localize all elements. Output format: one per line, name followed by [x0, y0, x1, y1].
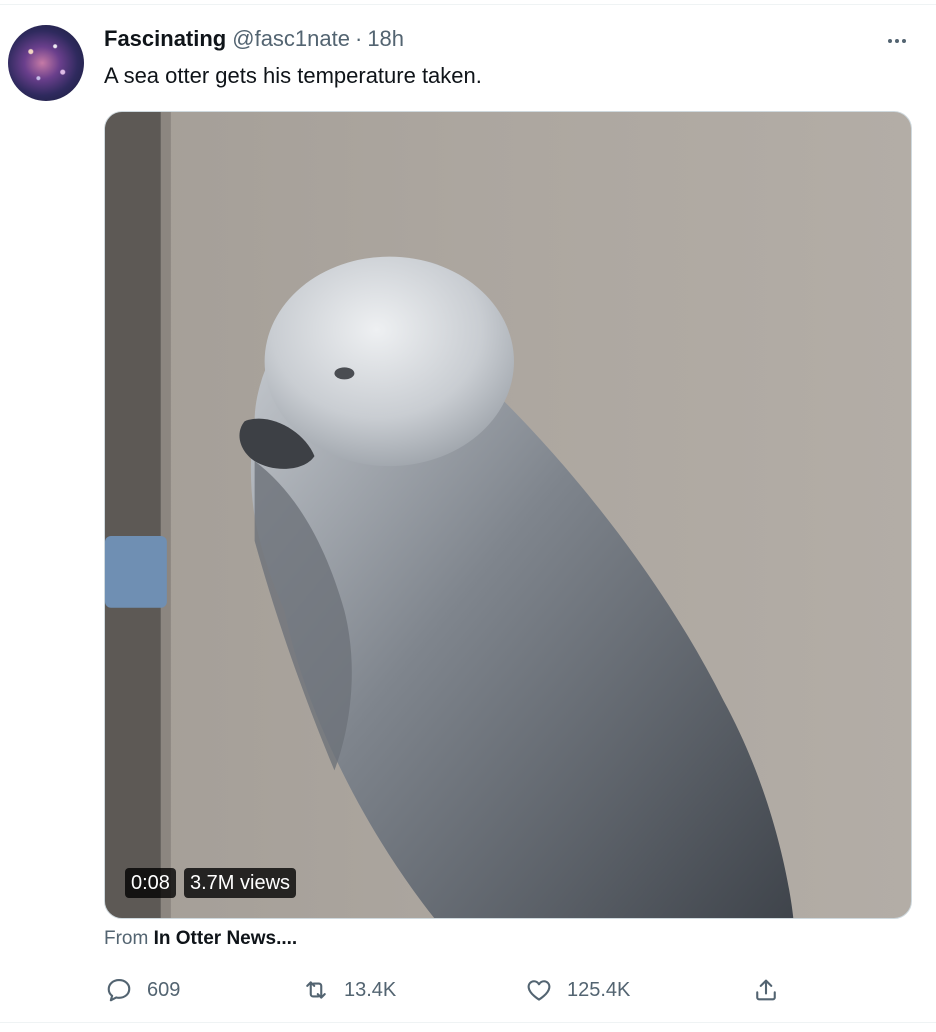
author-avatar[interactable]	[8, 25, 84, 101]
more-horizontal-icon	[888, 39, 906, 43]
author-name[interactable]: Fascinating	[104, 26, 226, 52]
media-source: From In Otter News....	[104, 928, 297, 950]
tweet-timestamp[interactable]: 18h	[367, 26, 404, 52]
bottom-divider	[0, 1022, 936, 1023]
video-frame	[105, 112, 794, 918]
tweet-actions: 609 13.4K 125.4K	[100, 970, 820, 1010]
header-separator: ·	[354, 26, 363, 51]
top-divider	[0, 4, 936, 5]
more-options-button[interactable]	[882, 26, 912, 56]
media-source-link[interactable]: In Otter News....	[154, 928, 298, 949]
tweet-text: A sea otter gets his temperature taken.	[104, 63, 482, 88]
like-button[interactable]: 125.4K	[525, 970, 630, 1010]
video-player[interactable]: 0:08 3.7M views	[104, 111, 912, 919]
tweet-header: Fascinating @fasc1nate · 18h	[104, 26, 404, 56]
like-count: 125.4K	[567, 978, 631, 1001]
author-handle[interactable]: @fasc1nate	[232, 26, 350, 52]
share-upload-icon	[756, 979, 776, 1001]
retweet-count: 13.4K	[344, 978, 397, 1001]
share-button[interactable]	[752, 970, 780, 1010]
reply-count: 609	[147, 978, 181, 1001]
video-views-badge: 3.7M views	[184, 868, 297, 898]
retweet-button[interactable]: 13.4K	[302, 970, 396, 1010]
retweet-icon	[306, 981, 326, 999]
heart-icon	[527, 980, 551, 1001]
reply-bubble-icon	[107, 979, 131, 1002]
video-duration-badge: 0:08	[125, 868, 176, 898]
reply-button[interactable]: 609	[105, 970, 180, 1010]
media-source-prefix: From	[104, 928, 149, 949]
